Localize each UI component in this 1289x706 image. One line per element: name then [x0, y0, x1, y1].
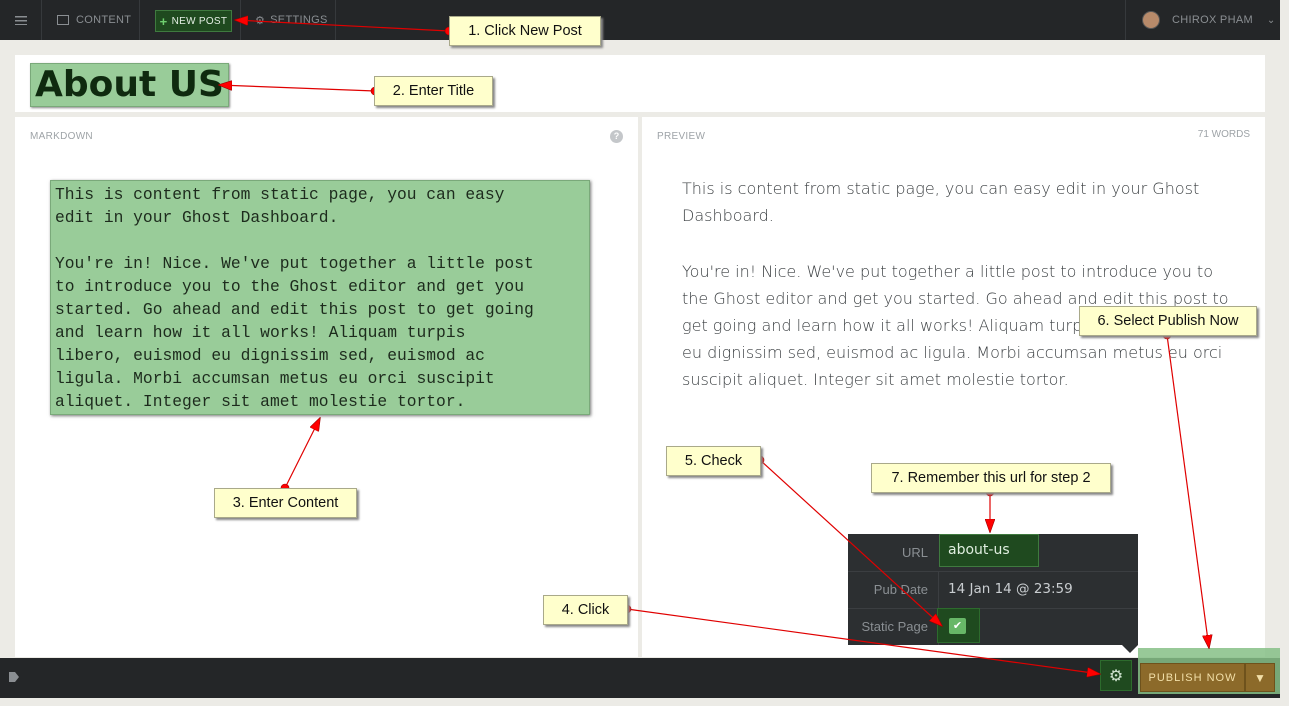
top-nav-bar: CONTENT + NEW POST ⚙ SETTINGS CHIROX PHA… [0, 0, 1280, 40]
pubdate-label: Pub Date [873, 582, 928, 597]
annotation-step5: 5. Check [666, 446, 761, 476]
tag-icon[interactable] [9, 672, 19, 682]
preview-paragraph: This is content from static page, you ca… [682, 179, 1200, 225]
nav-divider [335, 0, 336, 40]
gear-icon: ⚙ [1108, 667, 1124, 685]
chevron-down-icon: ⌄ [1266, 14, 1276, 26]
post-title-input[interactable]: About US [30, 63, 229, 107]
markdown-pane: MARKDOWN ? This is content from static p… [15, 117, 638, 657]
pubdate-input[interactable]: 14 Jan 14 @ 23:59 [948, 571, 1073, 608]
annotation-step3: 3. Enter Content [214, 488, 357, 518]
nav-content-label: CONTENT [76, 14, 132, 26]
markdown-label: MARKDOWN [30, 131, 93, 142]
nav-divider [1125, 0, 1126, 40]
pubdate-row: Pub Date 14 Jan 14 @ 23:59 [848, 571, 1138, 609]
content-icon [57, 15, 69, 25]
title-bar: About US [15, 55, 1265, 112]
nav-settings-link[interactable]: ⚙ SETTINGS [255, 0, 335, 40]
annotation-step4: 4. Click [543, 595, 628, 625]
url-row: URL about-us [848, 534, 1138, 572]
checkmark-icon: ✔ [949, 618, 966, 634]
nav-content-link[interactable]: CONTENT [42, 0, 138, 40]
chevron-down-icon: ▼ [1254, 670, 1266, 685]
avatar [1142, 11, 1160, 29]
help-icon[interactable]: ? [610, 130, 623, 143]
url-label: URL [901, 545, 928, 560]
post-settings-button[interactable]: ⚙ [1100, 660, 1132, 691]
annotation-step7: 7. Remember this url for step 2 [871, 463, 1111, 493]
static-page-toggle[interactable]: ✔ [937, 608, 980, 643]
publish-options-dropdown[interactable]: ▼ [1245, 663, 1275, 692]
bottom-bar [0, 658, 1280, 698]
annotation-step6: 6. Select Publish Now [1079, 306, 1257, 336]
nav-divider [240, 0, 241, 40]
gear-icon: ⚙ [255, 14, 266, 27]
static-page-label: Static Page [861, 619, 929, 634]
annotation-step1: 1. Click New Post [449, 16, 601, 46]
user-menu[interactable]: CHIROX PHAM ⌄ [1130, 0, 1280, 40]
url-input[interactable]: about-us [939, 534, 1039, 567]
menu-toggle-icon[interactable] [0, 0, 41, 40]
word-count: 71 WORDS [1197, 129, 1250, 140]
preview-content: This is content from static page, you ca… [682, 175, 1230, 422]
annotation-step2: 2. Enter Title [374, 76, 493, 106]
user-name: CHIROX PHAM [1172, 14, 1253, 26]
preview-label: PREVIEW [657, 131, 706, 142]
nav-settings-label: SETTINGS [270, 14, 328, 26]
new-post-button[interactable]: + NEW POST [155, 10, 232, 32]
sliders-icon [14, 16, 27, 25]
post-settings-popup: URL about-us Pub Date 14 Jan 14 @ 23:59 … [848, 534, 1138, 653]
new-post-label: NEW POST [171, 15, 228, 27]
nav-divider [139, 0, 140, 40]
static-page-row: Static Page [848, 608, 1138, 645]
publish-now-button[interactable]: PUBLISH NOW [1140, 663, 1245, 692]
markdown-editor[interactable]: This is content from static page, you ca… [50, 180, 590, 415]
plus-icon: + [159, 13, 168, 29]
